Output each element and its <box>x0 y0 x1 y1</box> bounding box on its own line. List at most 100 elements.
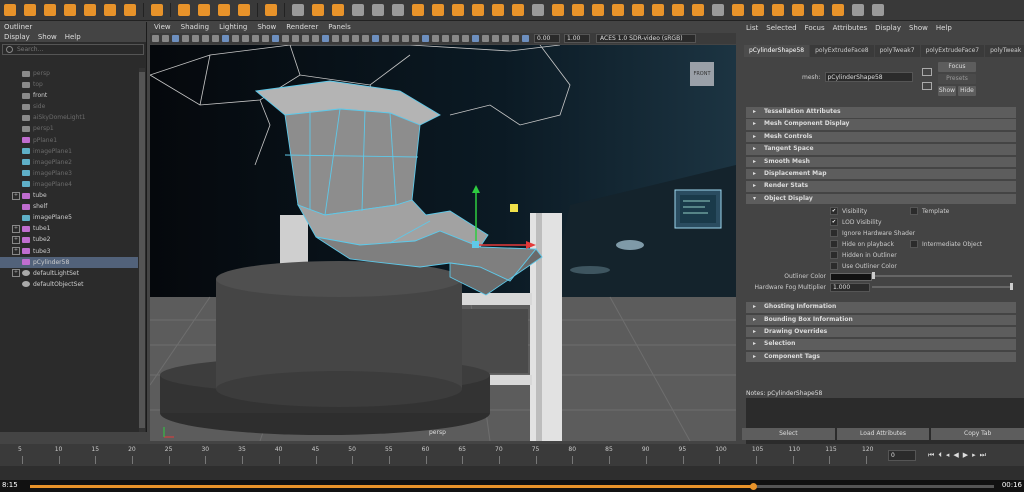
viewport-tool-icon[interactable] <box>411 35 419 42</box>
shelf-tool-icon[interactable] <box>332 4 344 16</box>
step-forward-frame-icon[interactable]: ▸ <box>972 451 976 459</box>
shelf-tool-icon[interactable] <box>392 4 404 16</box>
ignore-hw-shader-checkbox[interactable]: Ignore Hardware Shader <box>830 229 915 238</box>
outliner-item[interactable]: imagePlane2 <box>0 157 138 168</box>
go-to-start-icon[interactable]: ⏮ <box>928 451 934 460</box>
viewport-tool-icon[interactable] <box>241 35 249 42</box>
viewport-tool-icon[interactable] <box>151 35 159 42</box>
expand-icon[interactable]: + <box>12 224 20 233</box>
step-back-frame-icon[interactable]: ◂ <box>946 451 950 459</box>
hide-on-playback-box[interactable] <box>830 240 838 249</box>
outliner-color-slider[interactable] <box>872 275 1012 278</box>
outliner-menu-show[interactable]: Show <box>38 32 57 42</box>
shelf-tool-icon[interactable] <box>752 4 764 16</box>
attribute-section-header[interactable]: Tangent Space <box>746 144 1016 155</box>
shelf-tool-icon[interactable] <box>672 4 684 16</box>
expand-icon[interactable]: + <box>12 191 20 200</box>
attribute-editor-tab[interactable]: polyExtrudeFace8 <box>810 45 874 57</box>
intermediate-object-box[interactable] <box>910 240 918 249</box>
outliner-search-input[interactable]: Search... <box>2 44 144 55</box>
hide-button[interactable]: Hide <box>958 86 976 96</box>
viewport-tool-icon[interactable] <box>341 35 349 42</box>
shelf-tool-icon[interactable] <box>712 4 724 16</box>
viewport-tool-icon[interactable] <box>251 35 259 42</box>
mesh-name-field[interactable] <box>824 72 913 82</box>
outliner-item[interactable]: + tube2 <box>0 234 138 245</box>
gamma-field[interactable]: 1.00 <box>564 34 590 43</box>
ignore-hw-shader-box[interactable] <box>830 229 838 238</box>
outliner-item[interactable]: + tube <box>0 190 138 201</box>
shelf-tool-icon[interactable] <box>792 4 804 16</box>
attribute-editor-tab[interactable]: pCylinderShape58 <box>744 45 810 57</box>
outliner-item[interactable]: + defaultLightSet <box>0 268 138 279</box>
presets-button[interactable]: Presets <box>938 74 976 84</box>
attribute-editor-tab[interactable]: polyTweak <box>985 45 1024 57</box>
shelf-tool-icon[interactable] <box>151 4 163 16</box>
hw-fog-field[interactable]: 1.000 <box>830 283 870 293</box>
time-slider[interactable]: 5 10 15 20 25 30 35 40 45 50 55 60 65 70 75 80 85 90 95 100… <box>0 444 884 466</box>
shelf-tool-icon[interactable] <box>84 4 96 16</box>
outliner-item[interactable]: front <box>0 90 138 101</box>
shelf-tool-icon[interactable] <box>472 4 484 16</box>
shelf-tool-icon[interactable] <box>692 4 704 16</box>
outliner-item[interactable]: defaultObjectSet <box>0 279 138 290</box>
viewport-tool-icon[interactable] <box>221 35 229 42</box>
go-to-output-icon[interactable] <box>922 82 932 90</box>
viewport-tool-icon[interactable] <box>301 35 309 42</box>
viewport-tool-icon[interactable] <box>191 35 199 42</box>
hide-on-playback-checkbox[interactable]: Hide on playback <box>830 240 894 249</box>
exposure-field[interactable]: 0.00 <box>534 34 560 43</box>
video-progress-knob[interactable] <box>750 483 757 490</box>
shelf-tool-icon[interactable] <box>512 4 524 16</box>
shelf-tool-icon[interactable] <box>198 4 210 16</box>
viewport-tool-icon[interactable] <box>321 35 329 42</box>
viewport-tool-icon[interactable] <box>521 35 529 42</box>
viewport-tool-icon[interactable] <box>231 35 239 42</box>
outliner-item[interactable]: aiSkyDomeLight1 <box>0 112 138 123</box>
expand-icon[interactable]: + <box>12 247 20 256</box>
shelf-tool-icon[interactable] <box>104 4 116 16</box>
template-checkbox[interactable]: Template <box>910 207 949 216</box>
viewport-tool-icon[interactable] <box>171 35 179 42</box>
shelf-tool-icon[interactable] <box>812 4 824 16</box>
shelf-tool-icon[interactable] <box>572 4 584 16</box>
load-attributes-button[interactable]: Load Attributes <box>836 428 930 440</box>
outliner-item[interactable]: imagePlane1 <box>0 146 138 157</box>
attribute-editor-menu-item[interactable]: Attributes <box>833 22 868 34</box>
shelf-tool-icon[interactable] <box>265 4 277 16</box>
outliner-item[interactable]: pCylinder58 <box>0 256 138 268</box>
outliner-menu-display[interactable]: Display <box>4 32 30 42</box>
viewport-tool-icon[interactable] <box>261 35 269 42</box>
viewport-tool-icon[interactable] <box>361 35 369 42</box>
focus-button[interactable]: Focus <box>938 62 976 72</box>
outliner-item[interactable]: + tube3 <box>0 246 138 257</box>
attribute-editor-menu-item[interactable]: Help <box>936 22 952 34</box>
select-button[interactable]: Select <box>742 428 835 440</box>
attribute-section-header[interactable]: Tessellation Attributes <box>746 107 1016 118</box>
view-cube[interactable]: FRONT <box>690 62 714 86</box>
shelf-tool-icon[interactable] <box>632 4 644 16</box>
hw-fog-slider-knob[interactable] <box>1010 283 1013 291</box>
viewport-menu-lighting[interactable]: Lighting <box>219 22 247 32</box>
attribute-section-header[interactable]: Drawing Overrides <box>746 326 1016 338</box>
attribute-section-header[interactable]: Smooth Mesh <box>746 156 1016 168</box>
outliner-color-slider-knob[interactable] <box>872 272 875 280</box>
viewport-tool-icon[interactable] <box>161 35 169 42</box>
viewport-tool-icon[interactable] <box>281 35 289 42</box>
viewport-tool-icon[interactable] <box>471 35 479 42</box>
use-outliner-color-box[interactable] <box>830 262 838 271</box>
focus-arrow-icon[interactable] <box>922 68 932 76</box>
viewport-tool-icon[interactable] <box>511 35 519 42</box>
outliner-scrollbar[interactable] <box>139 68 145 432</box>
outliner-item[interactable]: side <box>0 101 138 112</box>
go-to-end-icon[interactable]: ⏭ <box>980 451 986 460</box>
shelf-tool-icon[interactable] <box>44 4 56 16</box>
shelf-tool-icon[interactable] <box>64 4 76 16</box>
play-forwards-icon[interactable]: ▶ <box>963 451 968 459</box>
range-slider[interactable] <box>0 466 1024 480</box>
outliner-item[interactable]: persp1 <box>0 123 138 134</box>
shelf-tool-icon[interactable] <box>852 4 864 16</box>
attribute-editor-menu-item[interactable]: List <box>746 22 758 34</box>
attribute-section-header[interactable]: Ghosting Information <box>746 302 1016 313</box>
shelf-tool-icon[interactable] <box>652 4 664 16</box>
